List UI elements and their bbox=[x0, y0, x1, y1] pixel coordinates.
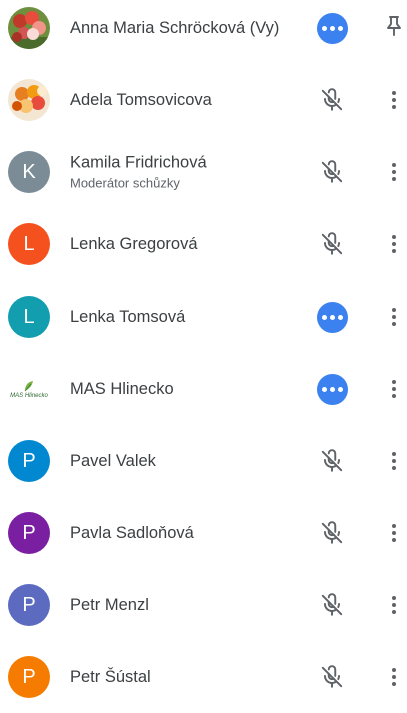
participant-name: Pavel Valek bbox=[70, 452, 156, 470]
participant-name: MAS Hlinecko bbox=[70, 380, 174, 398]
participant-info: MAS Hlinecko bbox=[70, 379, 174, 399]
more-options-button[interactable] bbox=[380, 447, 407, 475]
more-vert-icon bbox=[392, 235, 396, 253]
more-options-button[interactable] bbox=[380, 591, 407, 619]
more-options-button[interactable] bbox=[380, 663, 407, 691]
mic-off-icon bbox=[316, 84, 348, 116]
speaking-indicator bbox=[316, 373, 348, 405]
participant-name: Petr Menzl bbox=[70, 596, 149, 614]
participant-row[interactable]: P Pavel Valek bbox=[0, 425, 407, 497]
participant-row[interactable]: P Pavla Sadloňová bbox=[0, 497, 407, 569]
more-vert-icon bbox=[392, 452, 396, 470]
more-horiz-icon bbox=[316, 373, 348, 405]
participant-info: Petr Šústal bbox=[70, 667, 151, 687]
more-options-button[interactable] bbox=[380, 519, 407, 547]
mic-off-icon bbox=[316, 228, 348, 260]
more-vert-icon bbox=[392, 524, 396, 542]
avatar-letter: L bbox=[8, 223, 50, 265]
logo-text: MAS Hlinecko bbox=[10, 392, 48, 399]
participant-info: Pavla Sadloňová bbox=[70, 523, 194, 543]
participant-info: Lenka Tomsová bbox=[70, 307, 185, 327]
more-vert-icon bbox=[392, 308, 396, 326]
participant-name: Lenka Gregorová bbox=[70, 235, 198, 253]
more-options-button[interactable] bbox=[380, 158, 407, 186]
avatar-letter: K bbox=[8, 151, 50, 193]
more-options-button[interactable] bbox=[380, 303, 407, 331]
avatar-logo: MAS Hlinecko bbox=[8, 368, 50, 410]
participant-name: Pavla Sadloňová bbox=[70, 524, 194, 542]
avatar-photo bbox=[8, 7, 50, 49]
speaking-indicator bbox=[316, 12, 348, 44]
participant-row[interactable]: MAS Hlinecko MAS Hlinecko bbox=[0, 353, 407, 425]
avatar-letter: P bbox=[8, 440, 50, 482]
more-horiz-icon bbox=[316, 12, 348, 44]
participant-role: Moderátor schůzky bbox=[70, 175, 180, 191]
avatar-initial: P bbox=[22, 593, 36, 616]
more-options-button[interactable] bbox=[380, 375, 407, 403]
avatar-initial: L bbox=[23, 232, 35, 255]
pin-icon bbox=[383, 14, 405, 43]
more-vert-icon bbox=[392, 596, 396, 614]
more-options-button[interactable] bbox=[380, 230, 407, 258]
avatar-initial: P bbox=[22, 449, 36, 472]
participant-name: Kamila Fridrichová bbox=[70, 153, 207, 172]
participant-row[interactable]: P Petr Menzl bbox=[0, 569, 407, 641]
mic-off-icon bbox=[316, 589, 348, 621]
more-horiz-icon bbox=[316, 301, 348, 333]
participant-name: Adela Tomsovicova bbox=[70, 91, 212, 109]
participant-row[interactable]: Adela Tomsovicova bbox=[0, 64, 407, 136]
avatar-letter: L bbox=[8, 296, 50, 338]
speaking-indicator bbox=[316, 301, 348, 333]
avatar-initial: P bbox=[22, 521, 36, 544]
participant-row[interactable]: L Lenka Tomsová bbox=[0, 281, 407, 353]
participant-info: Anna Maria Schröcková (Vy) bbox=[70, 18, 279, 38]
avatar-letter: P bbox=[8, 512, 50, 554]
participant-info: Lenka Gregorová bbox=[70, 234, 198, 254]
more-vert-icon bbox=[392, 380, 396, 398]
participant-row[interactable]: P Petr Šústal bbox=[0, 641, 407, 713]
participant-list: Anna Maria Schröcková (Vy) Adela Tomsovic… bbox=[0, 0, 407, 698]
avatar-photo bbox=[8, 79, 50, 121]
participant-row[interactable]: L Lenka Gregorová bbox=[0, 208, 407, 280]
participant-row[interactable]: Anna Maria Schröcková (Vy) bbox=[0, 0, 407, 64]
participant-info: Kamila Fridrichová Moderátor schůzky bbox=[70, 153, 207, 192]
pin-button[interactable] bbox=[380, 14, 407, 42]
more-options-button[interactable] bbox=[380, 86, 407, 114]
mic-off-icon bbox=[316, 517, 348, 549]
more-vert-icon bbox=[392, 163, 396, 181]
avatar-letter: P bbox=[8, 656, 50, 698]
logo-leaf-icon bbox=[24, 380, 33, 391]
participant-name: Petr Šústal bbox=[70, 668, 151, 686]
avatar-initial: L bbox=[23, 305, 35, 328]
participant-name: Lenka Tomsová bbox=[70, 308, 186, 326]
more-vert-icon bbox=[392, 668, 396, 686]
participant-info: Petr Menzl bbox=[70, 595, 149, 615]
mic-off-icon bbox=[316, 661, 348, 693]
avatar-initial: P bbox=[22, 665, 36, 688]
avatar-letter: P bbox=[8, 584, 50, 626]
participant-info: Pavel Valek bbox=[70, 451, 156, 471]
more-vert-icon bbox=[392, 91, 396, 109]
participant-row[interactable]: K Kamila Fridrichová Moderátor schůzky bbox=[0, 136, 407, 208]
mic-off-icon bbox=[316, 445, 348, 477]
mic-off-icon bbox=[316, 156, 348, 188]
participant-info: Adela Tomsovicova bbox=[70, 90, 212, 110]
participant-name: Anna Maria Schröcková (Vy) bbox=[70, 19, 280, 37]
avatar-initial: K bbox=[22, 160, 36, 183]
